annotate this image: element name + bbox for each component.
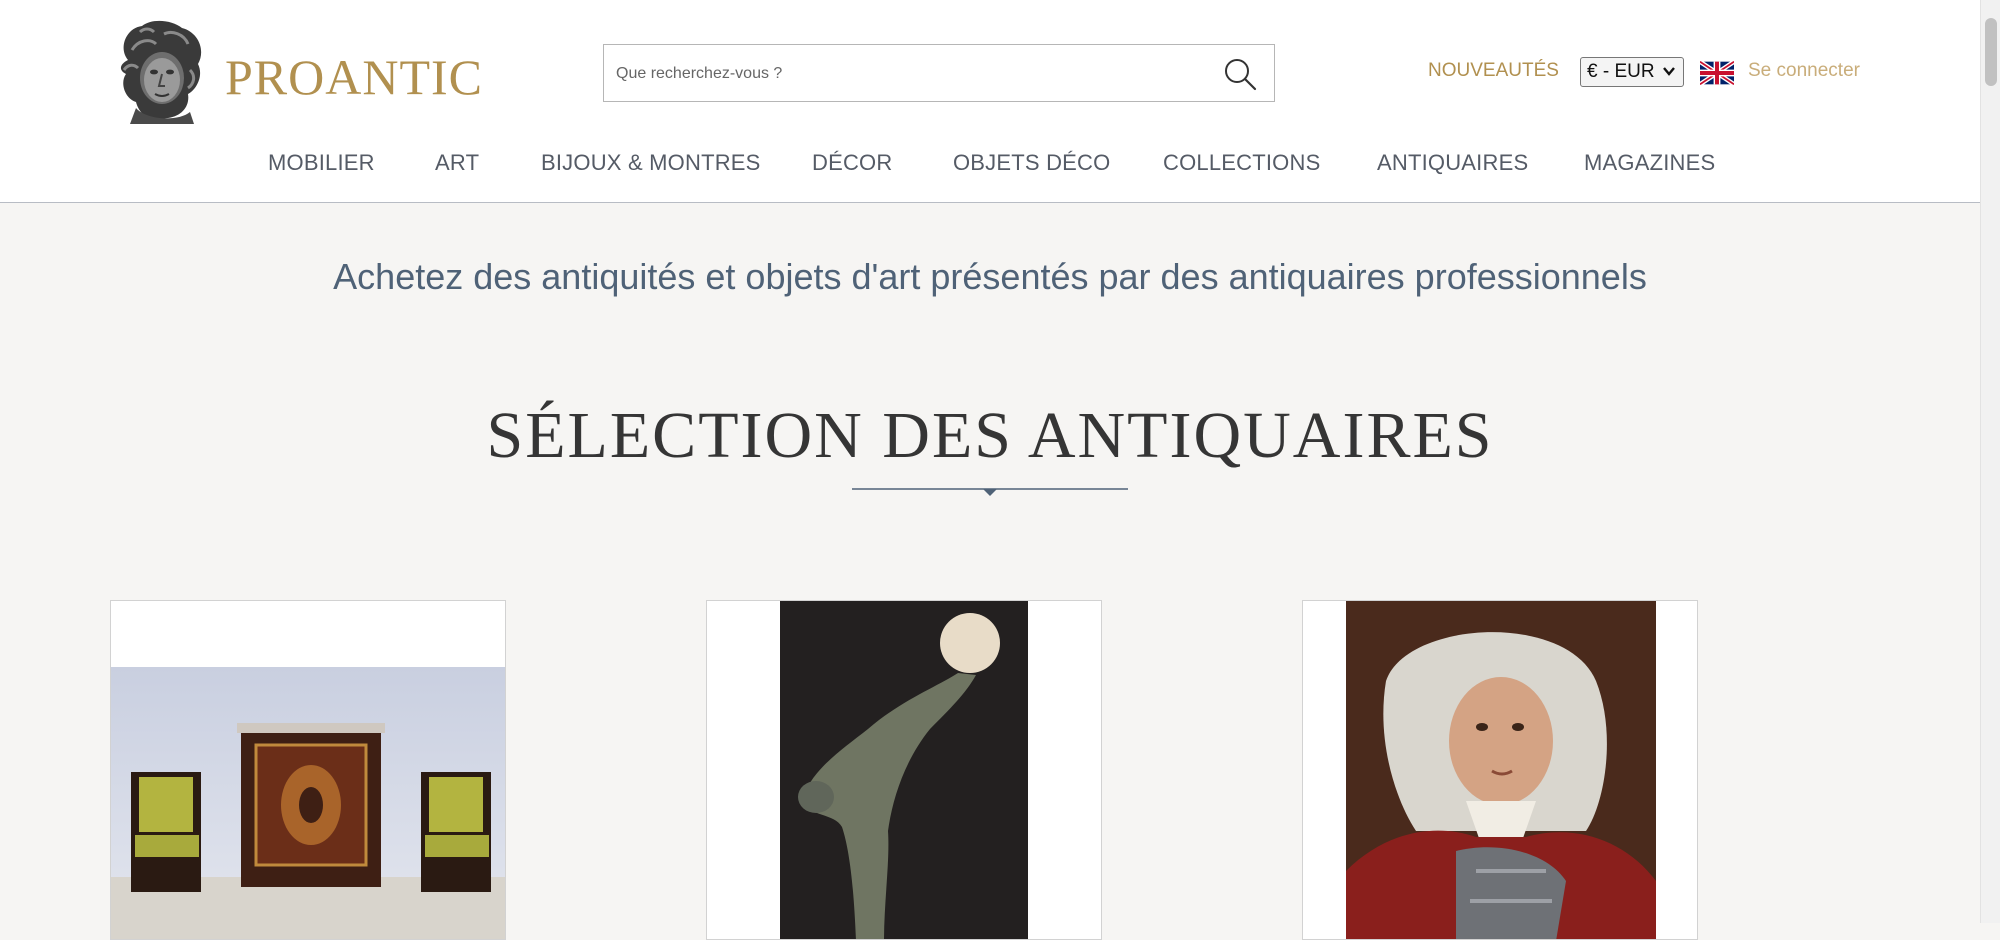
- product-image-sculpture: [780, 601, 1028, 939]
- currency-selected-value: € - EUR: [1587, 61, 1655, 82]
- scrollbar-thumb[interactable]: [1985, 18, 1997, 86]
- product-image-portrait: [1346, 601, 1656, 939]
- bust-logo-icon: [120, 20, 202, 124]
- nav-item-objets-deco[interactable]: OBJETS DÉCO: [953, 150, 1110, 176]
- product-card-sculpture[interactable]: [706, 600, 1102, 940]
- site-header: PROANTIC NOUVEAUTÉS € - EUR Se connecter…: [0, 0, 1980, 203]
- search-icon[interactable]: [1222, 56, 1258, 92]
- nav-item-bijoux-montres[interactable]: BIJOUX & MONTRES: [541, 150, 761, 176]
- search-input[interactable]: [614, 57, 1178, 91]
- nav-item-mobilier[interactable]: MOBILIER: [268, 150, 375, 176]
- nav-item-art[interactable]: ART: [435, 150, 479, 176]
- product-card-furniture[interactable]: [110, 600, 506, 940]
- logo-text[interactable]: PROANTIC: [225, 48, 483, 106]
- product-image-furniture: [111, 667, 505, 939]
- page-tagline: Achetez des antiquités et objets d'art p…: [333, 256, 1647, 297]
- nav-item-magazines[interactable]: MAGAZINES: [1584, 150, 1715, 176]
- search-bar: [603, 44, 1275, 102]
- uk-flag-icon[interactable]: [1700, 61, 1734, 85]
- login-link[interactable]: Se connecter: [1748, 60, 1860, 82]
- chevron-down-icon: [1663, 67, 1675, 76]
- product-card-portrait[interactable]: [1302, 600, 1698, 940]
- nav-item-collections[interactable]: COLLECTIONS: [1163, 150, 1320, 176]
- nav-item-antiquaires[interactable]: ANTIQUAIRES: [1377, 150, 1528, 176]
- title-divider: [852, 488, 1128, 496]
- currency-select[interactable]: € - EUR: [1580, 57, 1684, 87]
- section-title: SÉLECTION DES ANTIQUAIRES: [486, 399, 1494, 472]
- page-scrollbar[interactable]: [1980, 0, 2000, 923]
- nav-item-decor[interactable]: DÉCOR: [812, 150, 892, 176]
- new-arrivals-link[interactable]: NOUVEAUTÉS: [1428, 60, 1559, 82]
